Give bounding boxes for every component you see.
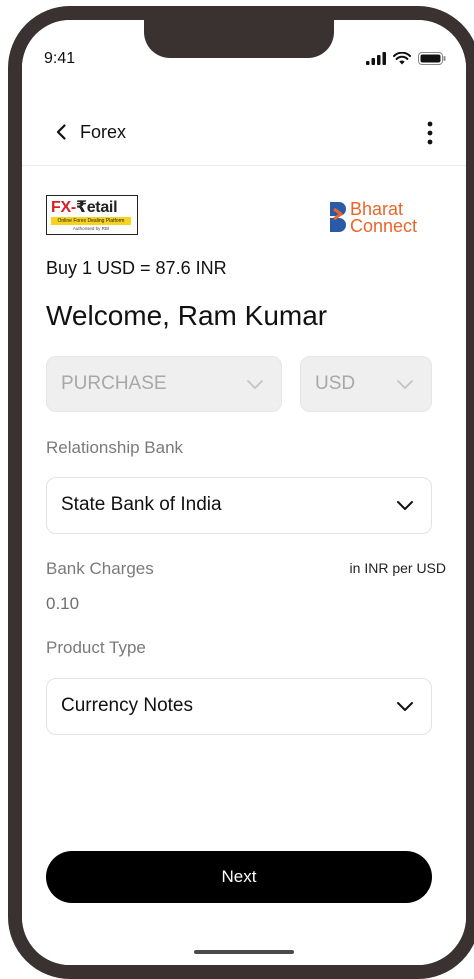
app-header: Forex [22,110,466,166]
status-time: 9:41 [44,50,76,67]
status-icons [366,52,446,65]
chevron-down-icon [397,380,413,389]
fx-retail-logo: FX-₹etail Online Forex Dealing Platform … [46,195,138,235]
bank-charges-value: 0.10 [46,594,80,613]
fx-retail-authorized: Authorised by RBI [72,226,110,231]
next-button[interactable]: Next [46,851,432,903]
bank-charges-label: Bank Charges [46,559,154,578]
relationship-bank-value: State Bank of India [61,494,222,515]
bharat-connect-line2: Connect [350,216,418,236]
product-type-value: Currency Notes [61,695,193,716]
bharat-connect-logo: Bharat Connect [328,198,434,238]
transaction-type-value: PURCHASE [61,373,167,394]
fx-retail-tagline: Online Forex Dealing Platform [51,217,131,225]
bharat-connect-mark-icon [330,202,346,232]
product-type-select[interactable]: Currency Notes [46,678,432,735]
chevron-down-icon [247,380,263,389]
back-arrow-icon[interactable] [52,122,72,142]
relationship-bank-select[interactable]: State Bank of India [46,477,432,534]
product-type-label: Product Type [46,638,146,657]
chevron-down-icon [397,702,413,711]
transaction-type-select[interactable]: PURCHASE [46,356,282,412]
signal-icon [366,52,386,65]
battery-icon [418,52,446,65]
home-indicator [194,950,294,954]
bank-charges-unit: in INR per USD [349,560,446,576]
more-options-icon[interactable] [420,120,440,146]
relationship-bank-label: Relationship Bank [46,438,184,457]
app-screen: 9:41 Forex FX-₹etail Online Forex Dealin… [22,20,466,965]
notch [144,20,334,58]
fx-retail-logo-text: FX-₹etail [51,199,118,216]
page-title: Forex [80,122,127,142]
wifi-icon [393,52,411,65]
currency-value: USD [315,373,356,394]
phone-frame: 9:41 Forex FX-₹etail Online Forex Dealin… [8,6,474,979]
currency-select[interactable]: USD [300,356,432,412]
exchange-rate-text: Buy 1 USD = 87.6 INR [46,258,227,278]
chevron-down-icon [397,501,413,510]
welcome-heading: Welcome, Ram Kumar [46,300,328,331]
